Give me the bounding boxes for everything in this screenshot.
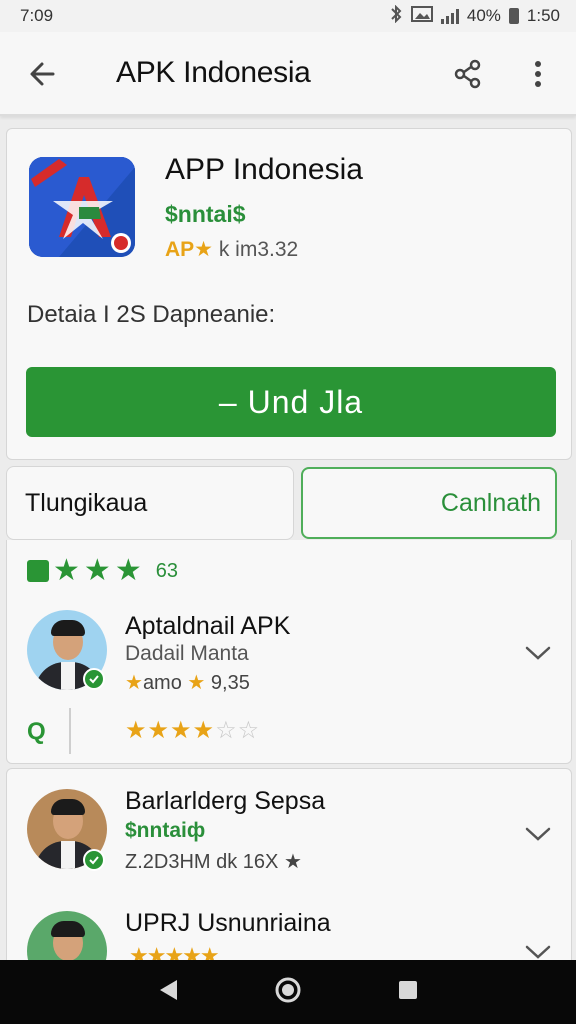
triangle-back-icon [160, 979, 178, 1000]
rating-summary: ★ ★ ★ 63 [27, 556, 178, 586]
battery-icon [508, 8, 519, 24]
star-icon: ★ [114, 554, 142, 587]
app-details: Detaia I 2S Dapneanie: [27, 301, 276, 328]
app-logo-icon [29, 157, 135, 257]
status-icons: 40% 1:50 [389, 4, 560, 28]
star-icon: ★ [147, 717, 171, 744]
nav-recents-button[interactable] [397, 979, 419, 1006]
chevron-down-icon [525, 945, 551, 959]
reviewer-name: UPRJ Usnunriaina [125, 909, 331, 937]
status-time: 7:09 [20, 6, 54, 25]
rating-square-icon [27, 560, 49, 582]
expand-button[interactable] [523, 638, 553, 668]
circle-home-icon [275, 977, 301, 1002]
star-icon: ★ [125, 717, 148, 744]
star-icon: ★ [125, 672, 143, 694]
nav-back-button[interactable] [157, 978, 179, 1007]
verified-icon [83, 849, 105, 871]
app-rating-prefix: AP★ [165, 238, 213, 261]
reviewer-meta: Z.2D3HМ dk 16X ★ [125, 851, 302, 873]
chevron-down-icon [525, 646, 551, 660]
row-letter: Q [27, 718, 46, 745]
reviews-card-2: Barlarlderg Sepsa $nntaiф Z.2D3HМ dk 16X… [6, 768, 572, 991]
star-icon: ★ [83, 554, 111, 587]
status-clock: 1:50 [526, 6, 560, 25]
bluetooth-icon [389, 4, 403, 28]
star-icon: ★ [192, 717, 216, 744]
star-icon: ★ [187, 672, 206, 694]
app-price: $nntai$ [165, 201, 246, 227]
star-outline-icon: ☆ [237, 717, 261, 744]
reviewer-name: Aptaldnail APK [125, 612, 291, 640]
divider [69, 708, 71, 754]
share-button[interactable] [448, 54, 488, 94]
arrow-left-icon [30, 62, 55, 86]
reviews-card: ★ ★ ★ 63 Aptaldnail APK Dadail Manta ★am… [6, 540, 572, 764]
status-bar: 7:09 40% 1:50 [0, 0, 576, 32]
more-vert-icon [535, 61, 541, 87]
app-bar: APK Indonesia [0, 32, 576, 116]
chevron-down-icon [525, 827, 551, 841]
reviewer-price: $nntaiф [125, 819, 206, 842]
tab-contact[interactable]: Canlnath [301, 467, 557, 539]
star-icon: ★ [170, 717, 193, 744]
reviewer-meta-text: amo [142, 672, 182, 694]
page-title: APK Indonesia [116, 56, 311, 89]
square-recents-icon [398, 980, 417, 999]
reviewer-subtitle: Dadail Manta [125, 642, 249, 665]
more-options-button[interactable] [520, 54, 556, 94]
back-button[interactable] [22, 54, 62, 94]
app-rating: AP★ k im3.32 [165, 237, 298, 262]
expand-button[interactable] [523, 819, 553, 849]
install-button[interactable]: – Und Jla [26, 367, 556, 437]
app-name: APP Indonesia [165, 153, 363, 186]
rating-count: 63 [155, 559, 178, 582]
reviewer-meta-value: 9,35 [210, 672, 250, 694]
signal-icon [440, 8, 459, 24]
reviewer-name: Barlarlderg Sepsa [125, 787, 326, 815]
tab-reviews[interactable]: Tlungikaua [6, 466, 294, 540]
verified-icon [83, 668, 105, 690]
star-outline-icon: ☆ [215, 717, 238, 744]
battery-percent: 40% [466, 6, 501, 25]
image-icon [410, 5, 433, 27]
app-rating-suffix: k im3.32 [218, 238, 299, 261]
star-rating-row[interactable]: ★★★★☆☆ [125, 716, 260, 745]
reviewer-meta: ★amo ★ 9,35 [125, 670, 250, 695]
app-info-card: APP Indonesia $nntai$ AP★ k im3.32 Detai… [6, 128, 572, 460]
star-icon: ★ [53, 554, 80, 587]
nav-home-button[interactable] [274, 976, 302, 1009]
system-nav-bar [0, 960, 576, 1024]
share-icon [454, 59, 481, 89]
